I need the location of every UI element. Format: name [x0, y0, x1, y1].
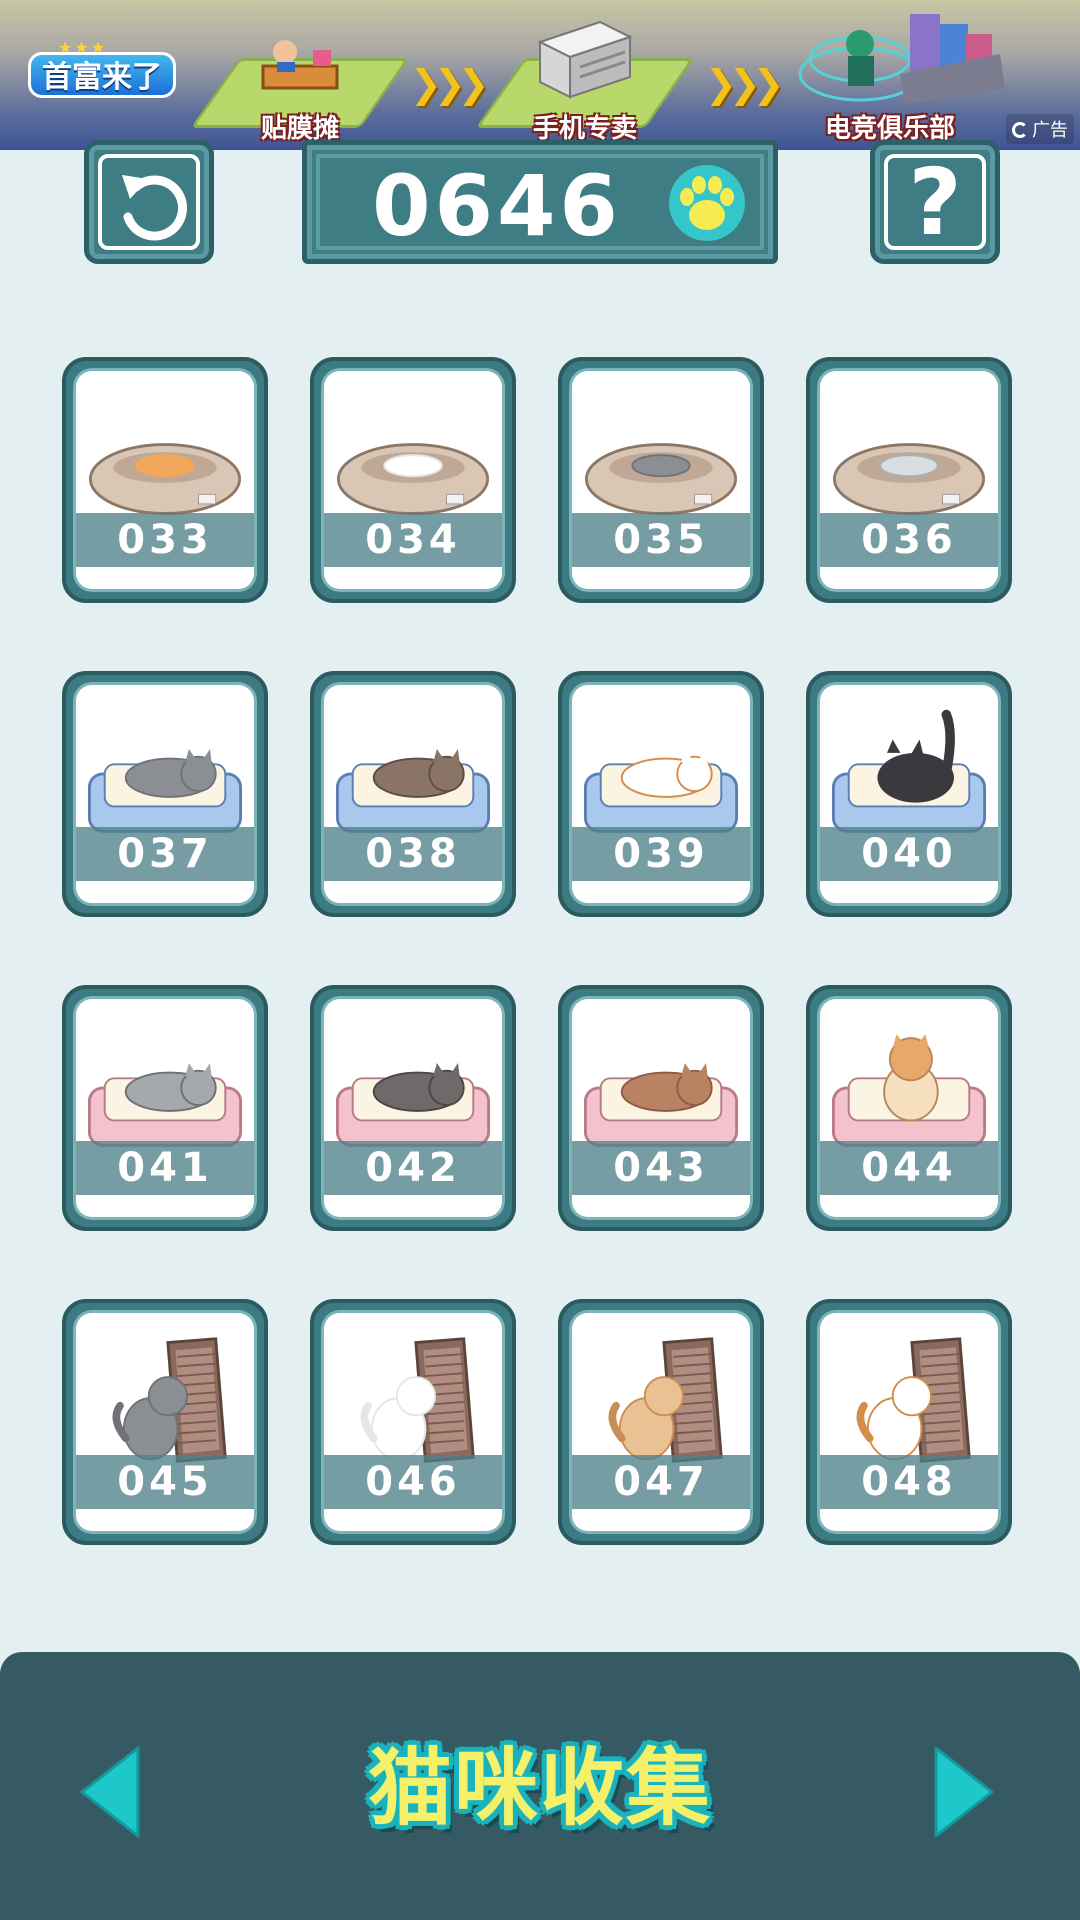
ad-banner[interactable]: ★★★ 首富来了 贴膜摊 ❯❯❯ 手机专卖 ❯❯❯ 电竞俱乐部 广告: [0, 0, 1080, 150]
card-face: 038: [324, 685, 502, 903]
paw-score-counter: 0646: [302, 140, 778, 264]
card-face: 036: [820, 371, 998, 589]
card-number: 044: [820, 1141, 998, 1195]
cat-card-047[interactable]: 047: [558, 1299, 764, 1545]
undo-icon: [122, 175, 187, 241]
stall-icon: [261, 40, 339, 90]
next-page-button[interactable]: [932, 1744, 996, 1840]
cat-card-044[interactable]: 044: [806, 985, 1012, 1231]
card-number: 041: [76, 1141, 254, 1195]
cat-card-039[interactable]: 039: [558, 671, 764, 917]
card-number: 042: [324, 1141, 502, 1195]
paw-icon: [669, 165, 745, 241]
score-value: 0646: [372, 157, 622, 255]
card-number: 038: [324, 827, 502, 881]
card-face: 037: [76, 685, 254, 903]
cat-card-045[interactable]: 045: [62, 1299, 268, 1545]
card-face: 040: [820, 685, 998, 903]
card-number: 034: [324, 513, 502, 567]
cat-card-041[interactable]: 041: [62, 985, 268, 1231]
card-number: 045: [76, 1455, 254, 1509]
prev-page-button[interactable]: [78, 1744, 142, 1840]
chevrons-right-icon: ❯❯❯: [410, 62, 489, 106]
cat-card-038[interactable]: 038: [310, 671, 516, 917]
card-number: 040: [820, 827, 998, 881]
cat-card-034[interactable]: 034: [310, 357, 516, 603]
bottom-bar: 猫咪收集: [0, 1652, 1080, 1920]
esports-club-icon: [798, 14, 1005, 104]
card-face: 044: [820, 999, 998, 1217]
card-face: 046: [324, 1313, 502, 1531]
card-face: 035: [572, 371, 750, 589]
card-number: 047: [572, 1455, 750, 1509]
collection-title: 猫咪收集: [367, 1739, 712, 1837]
card-number: 033: [76, 513, 254, 567]
card-number: 036: [820, 513, 998, 567]
ad-item-esports-club: 电竞俱乐部: [790, 0, 1010, 150]
card-number: 037: [76, 827, 254, 881]
card-face: 041: [76, 999, 254, 1217]
cat-card-048[interactable]: 048: [806, 1299, 1012, 1545]
ad-close-icon: [1012, 122, 1028, 138]
cat-card-035[interactable]: 035: [558, 357, 764, 603]
card-face: 039: [572, 685, 750, 903]
card-number: 035: [572, 513, 750, 567]
card-face: 043: [572, 999, 750, 1217]
chevrons-right-icon: ❯❯❯: [705, 62, 784, 106]
ad-item-film-stall: 贴膜摊: [190, 0, 410, 150]
card-face: 034: [324, 371, 502, 589]
card-face: 045: [76, 1313, 254, 1531]
card-number: 039: [572, 827, 750, 881]
ad-logo: 首富来了: [28, 52, 176, 98]
question-icon: ?: [908, 149, 962, 256]
ad-tag[interactable]: 广告: [1006, 114, 1074, 144]
cat-card-046[interactable]: 046: [310, 1299, 516, 1545]
card-face: 042: [324, 999, 502, 1217]
cat-card-043[interactable]: 043: [558, 985, 764, 1231]
ad-item-phone-store: 手机专卖: [475, 0, 695, 150]
back-button[interactable]: [84, 140, 214, 264]
help-button[interactable]: ?: [870, 140, 1000, 264]
card-face: 033: [76, 371, 254, 589]
cat-card-042[interactable]: 042: [310, 985, 516, 1231]
card-face: 048: [820, 1313, 998, 1531]
card-number: 046: [324, 1455, 502, 1509]
card-face: 047: [572, 1313, 750, 1531]
card-number: 048: [820, 1455, 998, 1509]
ad-tag-label: 广告: [1032, 120, 1068, 141]
cat-card-033[interactable]: 033: [62, 357, 268, 603]
card-number: 043: [572, 1141, 750, 1195]
store-building-icon: [537, 20, 633, 99]
cat-card-036[interactable]: 036: [806, 357, 1012, 603]
cat-card-037[interactable]: 037: [62, 671, 268, 917]
cat-card-040[interactable]: 040: [806, 671, 1012, 917]
